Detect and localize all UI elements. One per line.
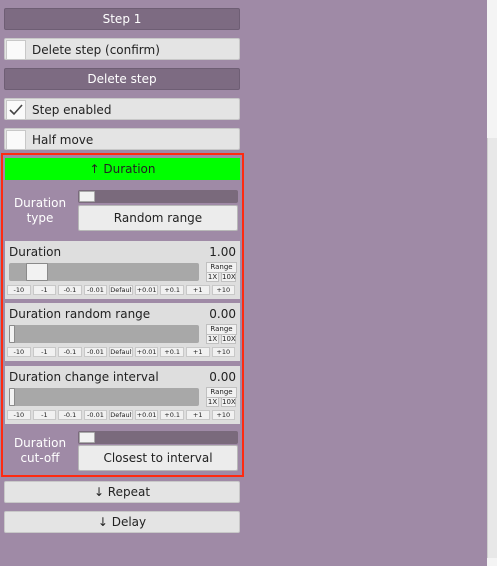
step-button[interactable]: +0.01: [134, 410, 159, 420]
step-button[interactable]: -0.1: [58, 347, 82, 357]
duration-cutoff-select[interactable]: Closest to interval: [78, 445, 238, 471]
scrollbar-thumb[interactable]: [487, 138, 497, 558]
step-button[interactable]: +0.1: [160, 347, 184, 357]
delete-step-label: Delete step: [87, 72, 157, 86]
repeat-section-header[interactable]: ↓ Repeat: [4, 481, 240, 503]
step-button[interactable]: Default: [109, 410, 133, 420]
step-button[interactable]: +10: [211, 410, 236, 420]
step-enabled-label: Step enabled: [32, 103, 112, 117]
range-10x-button[interactable]: 10X: [221, 334, 236, 344]
step-button[interactable]: +0.01: [134, 285, 159, 295]
step-button[interactable]: -0.1: [58, 410, 82, 420]
delete-step-button[interactable]: Delete step: [4, 68, 240, 90]
duration-cutoff-thumb[interactable]: [79, 432, 95, 443]
half-move-toggle[interactable]: Half move: [4, 128, 240, 150]
delete-confirm-label: Delete step (confirm): [32, 43, 160, 57]
delay-section-header[interactable]: ↓ Delay: [4, 511, 240, 533]
range-10x-button[interactable]: 10X: [221, 272, 236, 282]
step-button[interactable]: -0.01: [83, 410, 108, 420]
duration-random-range-slider-card: Duration random range 0.00 Range 1X 10X …: [5, 303, 240, 361]
step-buttons: -10 -1 -0.1 -0.01 Default +0.01 +0.1 +1 …: [7, 285, 236, 295]
step-button[interactable]: +0.1: [160, 285, 184, 295]
slider-track[interactable]: [9, 263, 199, 281]
slider-title: Duration change interval: [9, 370, 159, 384]
step-button[interactable]: +0.01: [134, 347, 159, 357]
slider-value: 1.00: [209, 245, 236, 259]
step-button[interactable]: +10: [211, 285, 236, 295]
delete-confirm-checkbox[interactable]: [6, 40, 26, 60]
step-enabled-checkbox[interactable]: [6, 100, 26, 120]
step-button[interactable]: -10: [7, 285, 31, 295]
slider-title: Duration: [9, 245, 62, 259]
step-enabled-toggle[interactable]: Step enabled: [4, 98, 240, 120]
delay-label: ↓ Delay: [97, 515, 147, 529]
duration-type-bar[interactable]: [78, 190, 238, 203]
step-button[interactable]: -10: [7, 410, 31, 420]
step-button[interactable]: +0.1: [160, 410, 184, 420]
step-button[interactable]: -10: [7, 347, 31, 357]
step-button[interactable]: -0.01: [83, 285, 108, 295]
duration-header-label: ↑ Duration: [89, 162, 156, 176]
slider-track[interactable]: [9, 325, 199, 343]
duration-type-select[interactable]: Random range: [78, 205, 238, 231]
duration-slider-card: Duration 1.00 Range 1X 10X -10 -1 -0.1 -…: [5, 241, 240, 299]
duration-change-interval-slider-card: Duration change interval 0.00 Range 1X 1…: [5, 366, 240, 424]
duration-section-header[interactable]: ↑ Duration: [5, 158, 240, 180]
step-buttons: -10 -1 -0.1 -0.01 Default +0.01 +0.1 +1 …: [7, 410, 236, 420]
step-button[interactable]: Default: [109, 347, 133, 357]
slider-thumb[interactable]: [26, 263, 48, 281]
step-button[interactable]: +10: [211, 347, 236, 357]
slider-title: Duration random range: [9, 307, 151, 321]
slider-thumb[interactable]: [9, 388, 15, 406]
step-button[interactable]: -0.01: [83, 347, 108, 357]
step-button[interactable]: -1: [32, 410, 57, 420]
duration-cutoff-bar[interactable]: [78, 431, 238, 444]
range-1x-button[interactable]: 1X: [206, 272, 219, 282]
step-button[interactable]: +1: [185, 410, 210, 420]
step-header: Step 1: [4, 8, 240, 30]
half-move-label: Half move: [32, 133, 94, 147]
step-button[interactable]: -0.1: [58, 285, 82, 295]
slider-value: 0.00: [209, 307, 236, 321]
step-button[interactable]: Default: [109, 285, 133, 295]
duration-type-label: Duration type: [5, 188, 75, 234]
step-button[interactable]: -1: [32, 347, 57, 357]
range-10x-button[interactable]: 10X: [221, 397, 236, 407]
vertical-scrollbar[interactable]: [487, 0, 497, 566]
delete-confirm-toggle[interactable]: Delete step (confirm): [4, 38, 240, 60]
range-1x-button[interactable]: 1X: [206, 397, 219, 407]
step-button[interactable]: -1: [32, 285, 57, 295]
slider-value: 0.00: [209, 370, 236, 384]
checkmark-icon: [9, 104, 23, 116]
repeat-label: ↓ Repeat: [93, 485, 151, 499]
duration-cutoff-value: Closest to interval: [103, 451, 213, 465]
duration-type-value: Random range: [113, 211, 203, 225]
duration-type-thumb[interactable]: [79, 191, 95, 202]
half-move-checkbox[interactable]: [6, 130, 26, 150]
step-header-label: Step 1: [102, 12, 142, 26]
duration-cutoff-label: Duration cut-off: [5, 429, 75, 473]
step-button[interactable]: +1: [185, 347, 210, 357]
slider-thumb[interactable]: [9, 325, 15, 343]
step-buttons: -10 -1 -0.1 -0.01 Default +0.01 +0.1 +1 …: [7, 347, 236, 357]
step-button[interactable]: +1: [185, 285, 210, 295]
slider-track[interactable]: [9, 388, 199, 406]
range-1x-button[interactable]: 1X: [206, 334, 219, 344]
